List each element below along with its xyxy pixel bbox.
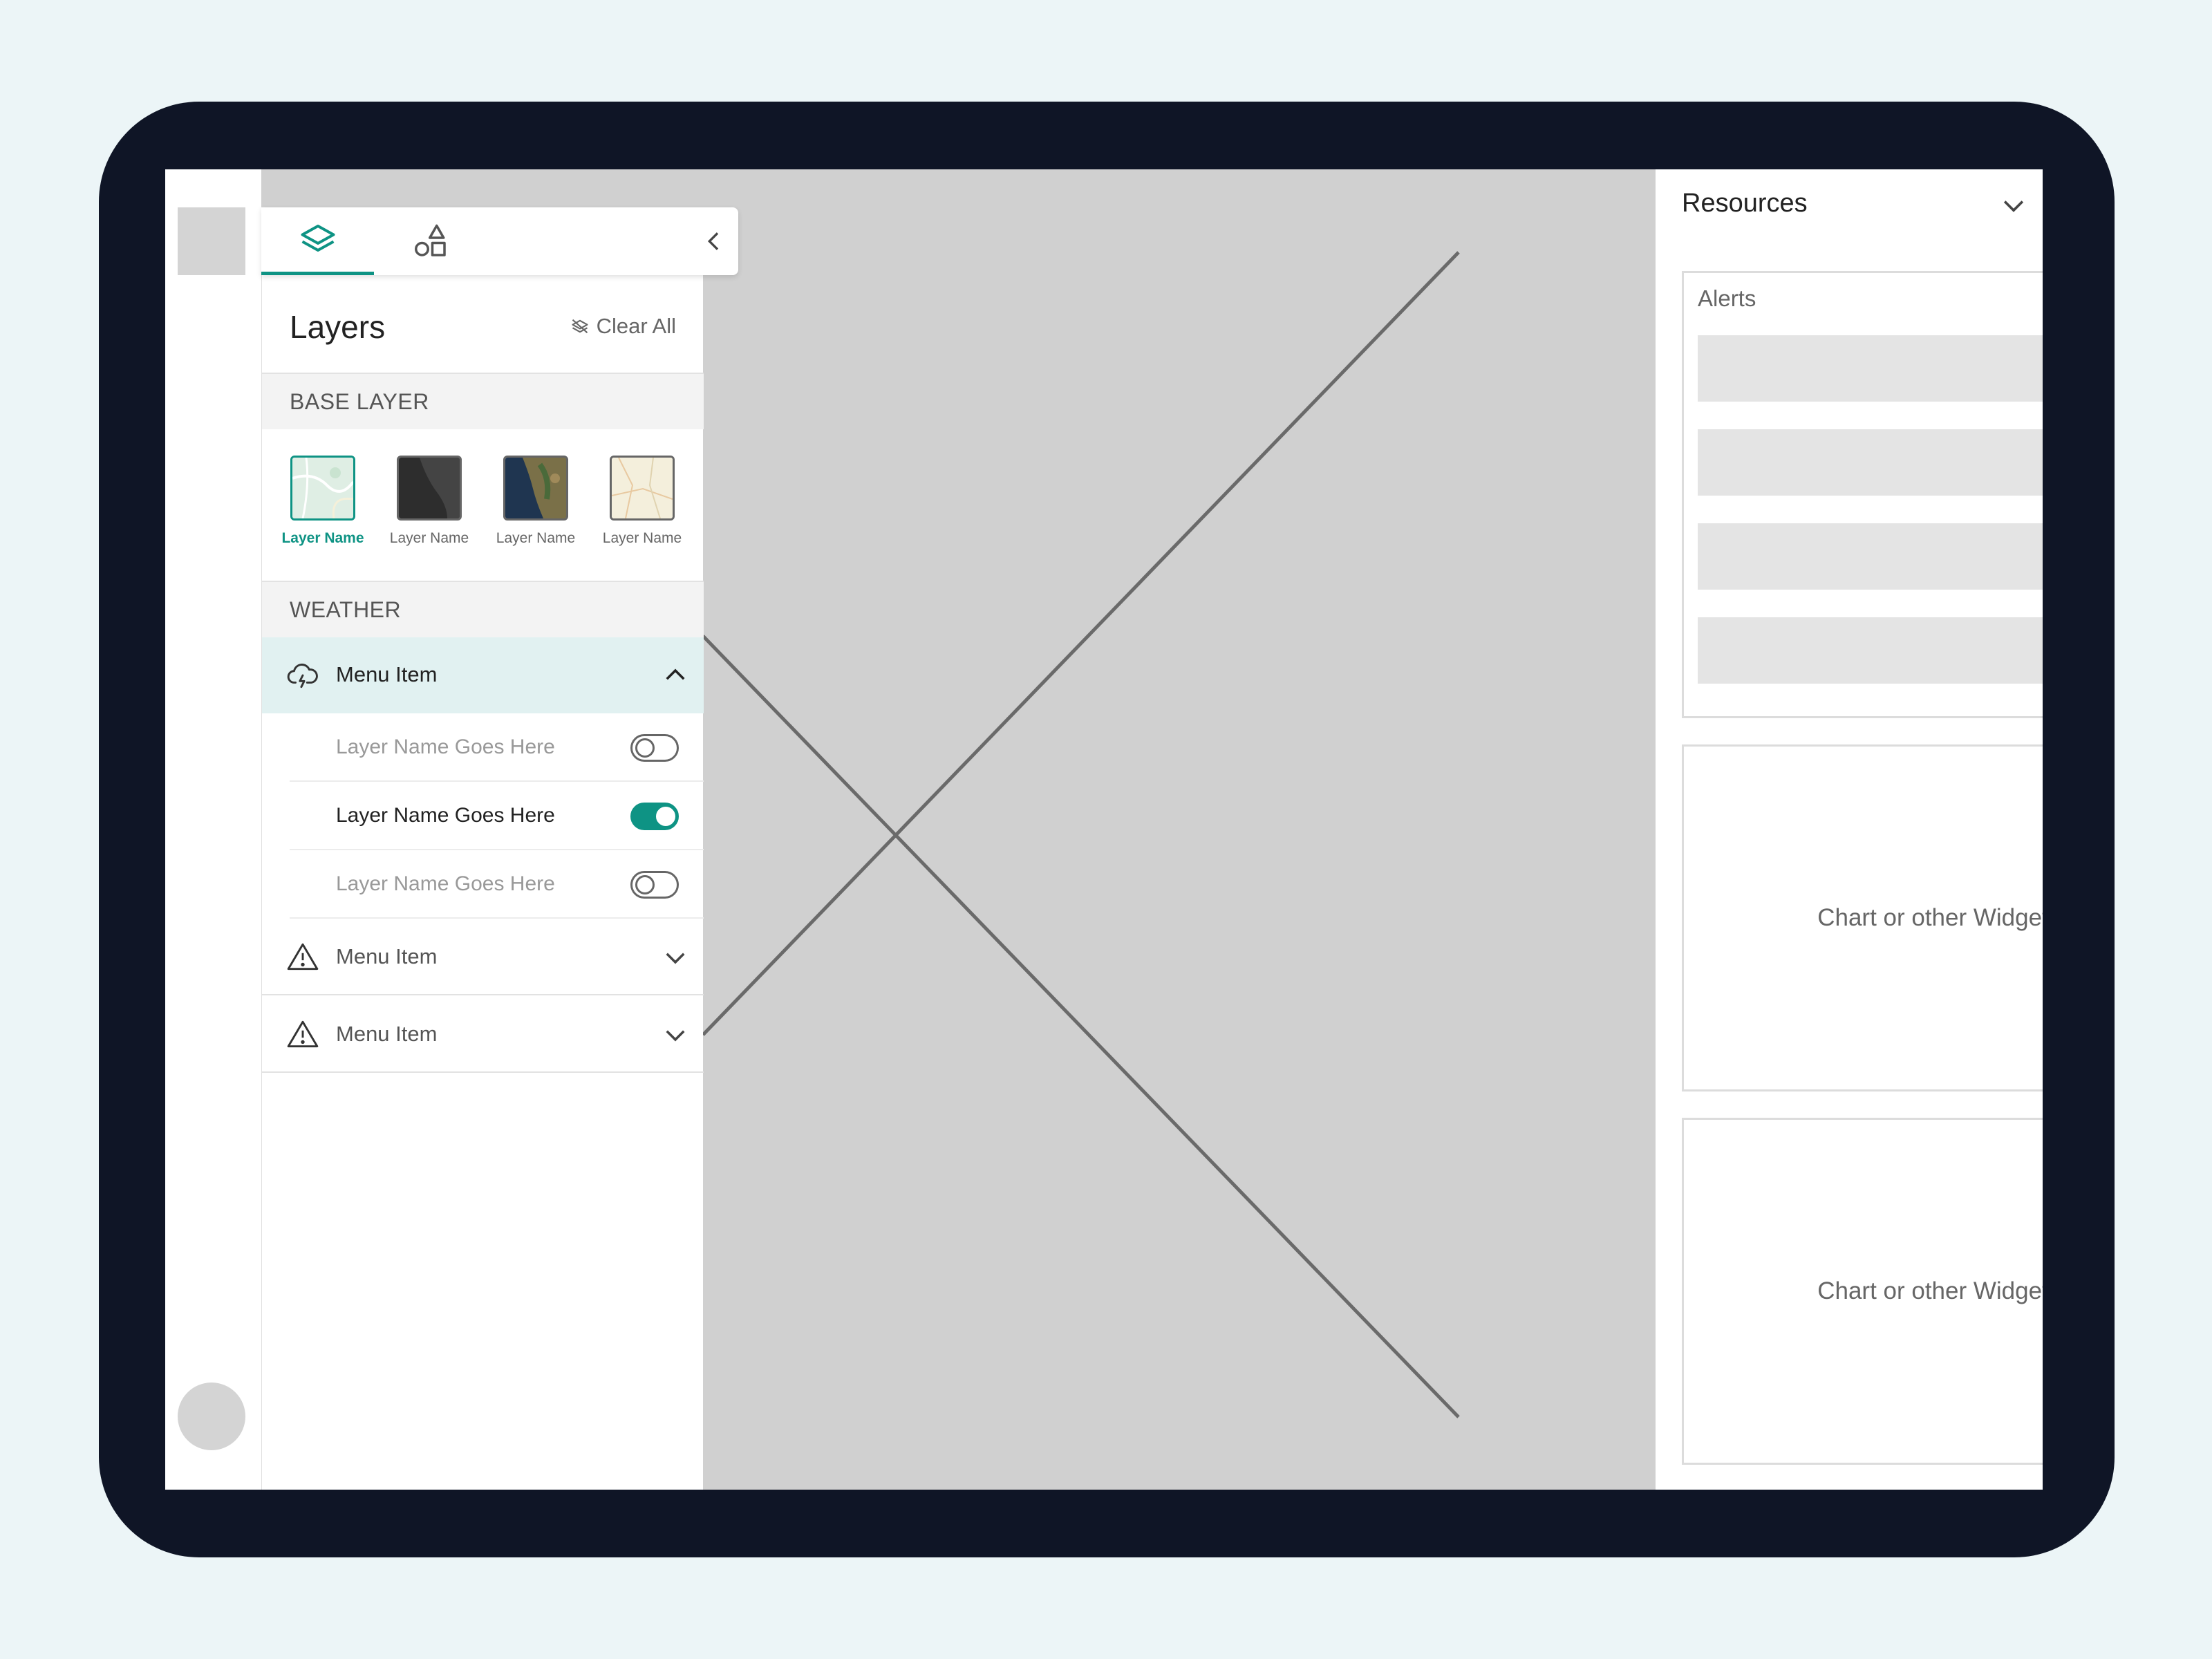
street-map-thumbnail: [610, 456, 675, 521]
panel-tab-bar: [261, 207, 738, 275]
panel-title: Layers: [290, 309, 386, 345]
alert-placeholder[interactable]: [1698, 429, 2043, 496]
tab-shapes[interactable]: [374, 207, 487, 275]
sublayer-toggle[interactable]: [630, 734, 679, 762]
widget-label: Chart or other Widget: [1817, 904, 2043, 931]
alert-placeholder[interactable]: [1698, 523, 2043, 590]
basemap-option-dark[interactable]: Layer Name: [376, 456, 482, 547]
alert-placeholder[interactable]: [1698, 335, 2043, 402]
basemap-option-satellite[interactable]: Layer Name: [482, 456, 589, 547]
basemap-label: Layer Name: [389, 530, 469, 546]
widget-card[interactable]: Chart or other Widget: [1682, 744, 2043, 1091]
basemap-label: Layer Name: [602, 530, 682, 546]
sublayer-label: Layer Name Goes Here: [336, 804, 555, 827]
menu-item-label: Menu Item: [336, 944, 438, 968]
sublayer-label: Layer Name Goes Here: [336, 872, 555, 895]
basemap-option-light[interactable]: Layer Name: [270, 456, 376, 547]
menu-item-label: Menu Item: [336, 662, 438, 686]
alert-placeholder[interactable]: [1698, 617, 2043, 684]
sublayer-toggle[interactable]: [630, 871, 679, 899]
menu-item-label: Menu Item: [336, 1022, 438, 1046]
layers-panel-header: Layers Clear All: [262, 275, 704, 374]
widget-card[interactable]: Chart or other Widget: [1682, 1118, 2043, 1465]
sublayer-toggle[interactable]: [630, 803, 679, 830]
dark-map-thumbnail: [397, 456, 462, 521]
chevron-left-icon: [707, 232, 719, 250]
alerts-title: Alerts: [1698, 285, 1756, 311]
basemap-option-street[interactable]: Layer Name: [589, 456, 695, 547]
layers-panel: Layers Clear All BASE LAYER Layer Name L…: [261, 207, 704, 1490]
app-screen: Layers Clear All BASE LAYER Layer Name L…: [165, 169, 2043, 1490]
sublayer-row: Layer Name Goes Here: [290, 850, 704, 919]
sublayer-row: Layer Name Goes Here: [290, 713, 704, 782]
tab-layers[interactable]: [261, 207, 374, 275]
app-logo-placeholder[interactable]: [178, 207, 245, 275]
left-rail: [165, 169, 261, 1490]
sublayer-row: Layer Name Goes Here: [290, 782, 704, 850]
warning-icon: [287, 943, 319, 971]
sublayer-label: Layer Name Goes Here: [336, 735, 555, 758]
collapse-panel-button[interactable]: [697, 224, 731, 259]
satellite-map-thumbnail: [503, 456, 568, 521]
basemap-label: Layer Name: [281, 530, 364, 546]
resources-title: Resources: [1682, 189, 1808, 218]
cloud-lightning-icon: [287, 664, 318, 688]
base-layer-options: Layer Name Layer Name Layer Name Layer N…: [262, 429, 704, 582]
resources-panel: Resources Alerts Chart or other Widget C…: [1656, 169, 2043, 1490]
weather-menu-item[interactable]: Menu Item: [262, 637, 704, 713]
clear-all-label: Clear All: [596, 314, 676, 338]
weather-heading: WEATHER: [262, 582, 704, 637]
layers-off-icon: [572, 319, 588, 334]
map-placeholder[interactable]: [703, 169, 1656, 1490]
weather-menu-item[interactable]: Menu Item: [262, 919, 704, 995]
warning-icon: [287, 1020, 319, 1048]
weather-menu-item[interactable]: Menu Item: [262, 997, 704, 1073]
alerts-card: Alerts: [1682, 271, 2043, 718]
widget-label: Chart or other Widget: [1817, 1277, 2043, 1304]
chevron-down-icon[interactable]: [661, 1020, 690, 1049]
base-layer-heading: BASE LAYER: [262, 374, 704, 429]
shapes-icon: [414, 224, 446, 256]
user-avatar[interactable]: [178, 1382, 245, 1450]
chevron-up-icon[interactable]: [661, 661, 690, 690]
chevron-down-icon[interactable]: [1998, 190, 2029, 221]
clear-all-button[interactable]: Clear All: [570, 314, 676, 339]
layers-icon: [301, 224, 335, 252]
chevron-down-icon[interactable]: [661, 943, 690, 972]
light-map-thumbnail: [290, 456, 355, 521]
basemap-label: Layer Name: [496, 530, 576, 546]
